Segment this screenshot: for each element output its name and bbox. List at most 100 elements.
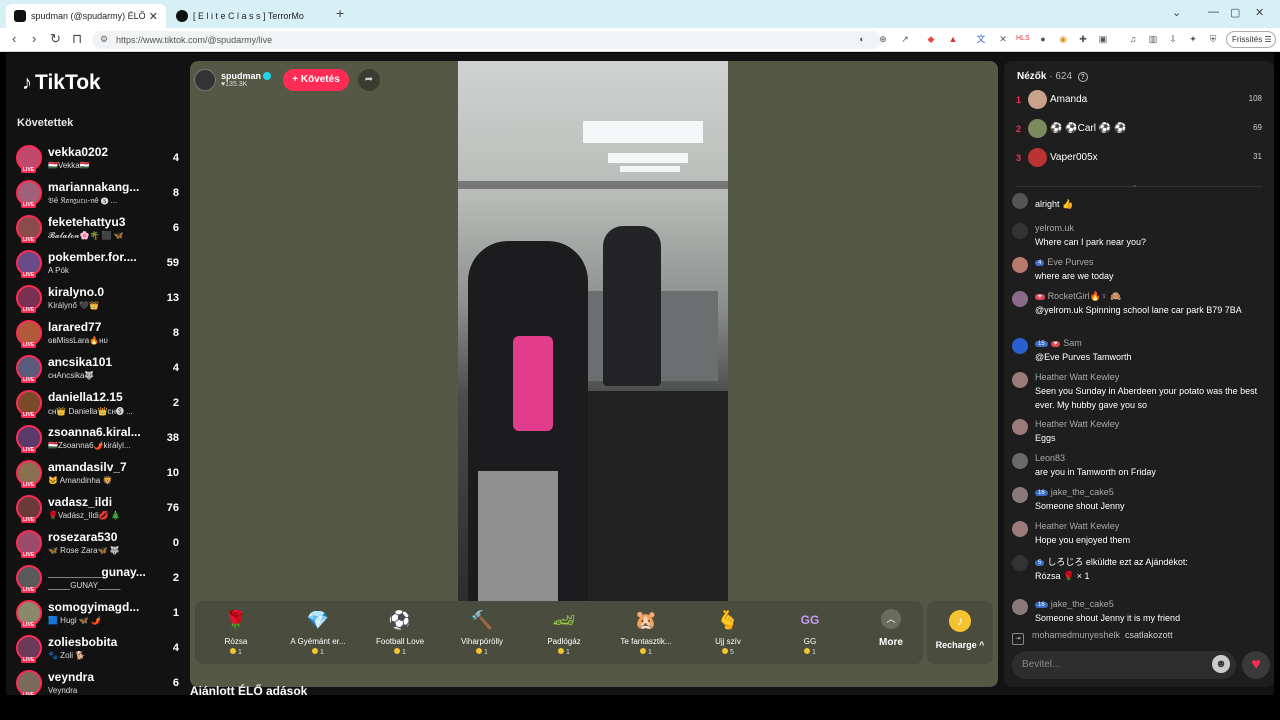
rewards-icon[interactable]: ▲ — [947, 33, 959, 45]
update-button[interactable]: Frissítés ☰ — [1226, 31, 1276, 48]
tab-close-icon[interactable]: ✕ — [149, 10, 158, 23]
chat-input[interactable]: Bevitel... — [1012, 651, 1236, 679]
tiktok-logo[interactable]: ♪ TikTok — [22, 71, 101, 95]
maximize-icon[interactable]: ▢ — [1230, 6, 1240, 19]
following-item[interactable]: LIVE zsoanna6.kiral... 🇭🇺Zsoanna6🌶️királ… — [15, 422, 187, 457]
avatar[interactable] — [1012, 487, 1028, 503]
extension-color-icon[interactable]: ◉ — [1057, 33, 1069, 45]
tab-search-chevron-icon[interactable]: ⌄ — [1172, 6, 1181, 19]
reload-icon[interactable]: ↻ — [50, 31, 61, 47]
avatar[interactable] — [1012, 555, 1028, 571]
gift-item[interactable]: 🏎 Padlógáz 1 — [523, 607, 605, 656]
chat-username[interactable]: ♥ RocketGirl🔥♀ 🙈 — [1035, 291, 1121, 302]
chat-username[interactable]: yelrom.uk — [1035, 223, 1074, 233]
extension-circle-icon[interactable]: ● — [1037, 33, 1049, 45]
hls-icon[interactable]: HLS — [1016, 33, 1030, 45]
following-item[interactable]: LIVE veyndra Veyndra 6 — [15, 667, 187, 695]
chat-username[interactable]: Heather Watt Kewley — [1035, 419, 1119, 429]
emoji-icon[interactable]: ☻ — [1212, 655, 1230, 673]
chat-username[interactable]: Heather Watt Kewley — [1035, 521, 1119, 531]
avatar[interactable] — [1012, 223, 1028, 239]
share-icon[interactable]: ➦ — [358, 69, 380, 91]
avatar[interactable] — [1012, 193, 1028, 209]
chat-username[interactable]: Heather Watt Kewley — [1035, 372, 1119, 382]
brave-shield-icon[interactable]: ◆ — [925, 33, 937, 45]
avatar[interactable] — [1012, 338, 1028, 354]
following-item[interactable]: LIVE rosezara530 🦋 Rose Zara🦋 🐺 0 — [15, 527, 187, 562]
gift-item[interactable]: 🐹 Te fantasztik... 1 — [605, 607, 687, 656]
avatar[interactable] — [1028, 119, 1047, 138]
following-item[interactable]: LIVE ________gunay... _____GUNAY_____ 2 — [15, 562, 187, 597]
more-gifts-button[interactable]: ︿ More — [866, 609, 916, 648]
translate-icon[interactable]: 文 — [975, 33, 987, 45]
vpn-icon[interactable]: ⛨ — [1207, 33, 1219, 45]
browser-tab-active[interactable]: spudman (@spudarmy) ÉLŐ ✕ — [6, 4, 166, 28]
following-item[interactable]: LIVE larared77 ɢʙMissLara🔥ʜᴜ 8 — [15, 317, 187, 352]
following-item[interactable]: LIVE mariannakang... 𝔅é 𝔎𝔞𝔫𝔤𝔲𝔯𝔲-𝔫é 🅢 ...… — [15, 177, 187, 212]
gift-item[interactable]: 💎 A Gyémánt er... 1 — [277, 607, 359, 656]
chat-username[interactable]: 16 jake_the_cake5 — [1035, 599, 1114, 609]
gift-item[interactable]: 🫰 Ujj szív 5 — [687, 607, 769, 656]
follow-button[interactable]: + Követés — [283, 69, 349, 91]
avatar[interactable] — [1012, 257, 1028, 273]
avatar[interactable] — [1012, 291, 1028, 307]
leo-icon[interactable]: ✦ — [1187, 33, 1199, 45]
gift-item[interactable]: ⚽ Football Love 1 — [359, 607, 441, 656]
minimize-icon[interactable]: — — [1208, 6, 1219, 18]
gift-item[interactable]: 🔨 Viharpörölly 1 — [441, 607, 523, 656]
chat-username[interactable]: Leon83 — [1035, 453, 1065, 463]
avatar[interactable] — [1012, 521, 1028, 537]
live-video[interactable] — [458, 61, 728, 601]
window-close-icon[interactable]: ✕ — [1255, 6, 1264, 19]
avatar[interactable] — [1012, 372, 1028, 388]
following-item[interactable]: LIVE ancsika101 ᴄʜAncsika🐺 4 — [15, 352, 187, 387]
extension-x-icon[interactable]: ✕ — [997, 33, 1009, 45]
avatar[interactable] — [1012, 453, 1028, 469]
following-item[interactable]: LIVE vadasz_ildi 🌹Vadász_Ildi💋 🎄 76 — [15, 492, 187, 527]
chat-username[interactable]: 4 Eve Purves — [1035, 257, 1093, 267]
heart-icon[interactable]: ♥ — [1242, 651, 1270, 679]
top-viewer-row[interactable]: 3 Vaper005x 31 — [1016, 148, 1264, 170]
avatar[interactable] — [1028, 90, 1047, 109]
chat-username[interactable]: 15 ♥ Sam — [1035, 338, 1082, 348]
following-item[interactable]: LIVE somogyimagd... 🟦 Hugi 🦋 🌶️ 1 — [15, 597, 187, 632]
info-icon[interactable]: ? — [1077, 72, 1088, 82]
back-icon[interactable]: ‹ — [12, 31, 16, 46]
following-item[interactable]: LIVE amandasilv_7 🐱 Amandinha 🦁 10 — [15, 457, 187, 492]
following-item[interactable]: LIVE kiralyno.0 Királynő 🖤👑 13 — [15, 282, 187, 317]
top-viewer-row[interactable]: 1 Amanda 108 — [1016, 90, 1264, 112]
following-item[interactable]: LIVE feketehattyu3 𝓑𝓪𝓵𝓪𝓽𝓸𝓷🌸🌴 ⬛ 🦋 6 — [15, 212, 187, 247]
top-viewer-row[interactable]: 2 ⚽ ⚽Carl ⚽ ⚽ 69 — [1016, 119, 1264, 141]
zoom-icon[interactable]: ⊕ — [877, 33, 889, 45]
following-display-name: _____GUNAY_____ — [48, 581, 121, 590]
recharge-button[interactable]: ♪ Recharge ^ — [927, 601, 993, 664]
bookmark-icon[interactable]: ⊓ — [72, 31, 82, 47]
gift-item[interactable]: GG GG 1 — [769, 607, 851, 656]
download-icon[interactable]: ⇩ — [1167, 33, 1179, 45]
following-item[interactable]: LIVE vekka0202 🇭🇺Vekka🇭🇺 4 — [15, 142, 187, 177]
following-item[interactable]: LIVE daniella12.15 ᴄʜ👑 Daniella👑ᴄʜ🅢 ... … — [15, 387, 187, 422]
chat-username[interactable]: 5 しろじろ elküldte ezt az Ajándékot: — [1035, 555, 1188, 568]
screenshot-icon[interactable]: ▣ — [1097, 33, 1109, 45]
forward-icon[interactable]: › — [32, 31, 36, 46]
sidebar-toggle-icon[interactable]: ▥ — [1147, 33, 1159, 45]
following-item[interactable]: LIVE pokember.for.... A Pók 59 — [15, 247, 187, 282]
new-tab-button[interactable]: + — [336, 5, 344, 21]
browser-tab-inactive[interactable]: [ E l i t e C l a s s ] TerrorMo — [168, 4, 328, 28]
site-info-icon[interactable]: ⚙ — [100, 34, 108, 45]
avatar[interactable] — [1012, 419, 1028, 435]
share-page-icon[interactable]: ↗ — [899, 33, 911, 45]
puzzle-icon[interactable]: ✚ — [1077, 33, 1089, 45]
collapse-chevron-icon[interactable]: ⌄ — [1131, 180, 1138, 189]
gift-item[interactable]: 🌹 Rózsa 1 — [195, 607, 277, 656]
extension-icon[interactable]: ◐ — [856, 33, 868, 45]
avatar[interactable] — [1012, 599, 1028, 615]
avatar[interactable] — [1028, 148, 1047, 167]
join-name[interactable]: mohamedmunyeshelk — [1032, 630, 1120, 640]
following-item[interactable]: LIVE zoliesbobita 🐾 Zoli 🐕 4 — [15, 632, 187, 667]
url-field[interactable]: ⚙ https://www.tiktok.com/@spudarmy/live — [92, 31, 882, 49]
host-avatar[interactable] — [194, 68, 216, 91]
chat-username[interactable]: 16 jake_the_cake5 — [1035, 487, 1114, 497]
media-icon[interactable]: ♫ — [1127, 33, 1139, 45]
gift-icon: GG — [800, 613, 820, 627]
